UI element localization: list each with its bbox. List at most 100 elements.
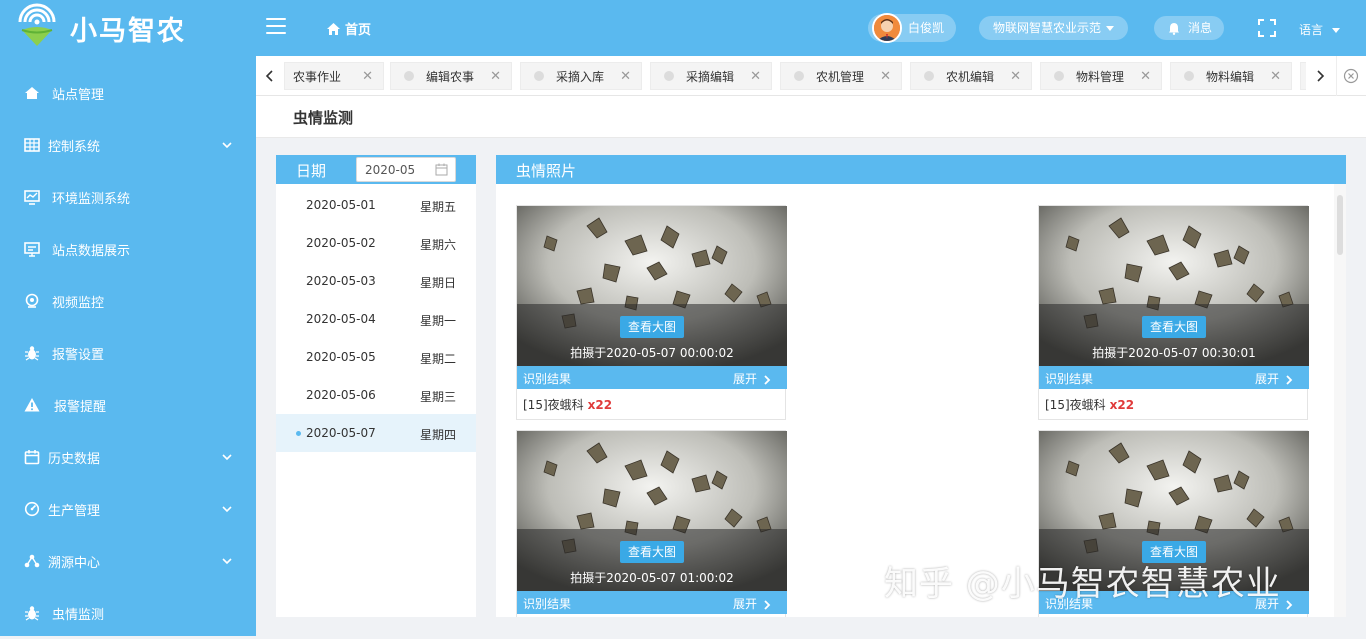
sidebar-item-label: 报警设置 [52,347,105,363]
sidebar-item-history-data[interactable]: 历史数据 [0,431,256,483]
home-label: 首页 [345,23,372,38]
close-icon[interactable]: ✕ [1010,69,1021,84]
bug-icon [25,346,39,361]
result-line: [15]夜蛾科 x22 [523,396,612,413]
close-icon[interactable]: ✕ [750,69,761,84]
species-count: x22 [1109,398,1135,412]
sidebar-item-alarm-reminder[interactable]: 报警提醒 [0,379,256,431]
tab-machinery-management[interactable]: 农机管理 ✕ [780,62,902,90]
close-icon[interactable]: ✕ [880,69,891,84]
menu-toggle-icon[interactable] [266,18,286,34]
avatar[interactable] [872,13,902,43]
close-icon[interactable]: ✕ [490,69,501,84]
sidebar-item-label: 站点数据展示 [52,243,131,259]
tab-material-edit[interactable]: 物料编辑 ✕ [1170,62,1292,90]
tab-scroll-right-button[interactable] [1306,56,1334,96]
result-label: 识别结果 [523,372,572,386]
species-count: x22 [587,398,613,412]
date-value: 2020-05-03 [306,274,376,288]
date-value: 2020-05-05 [306,350,376,364]
close-circle-icon [1343,68,1358,84]
expand-label: 展开 [1255,372,1280,386]
view-large-image-button[interactable]: 查看大图 [620,541,684,563]
tab-picking-edit[interactable]: 采摘编辑 ✕ [650,62,772,90]
sidebar-item-site-data-display[interactable]: 站点数据展示 [0,223,256,275]
date-value: 2020-05-02 [306,236,376,250]
tab-picking-storage[interactable]: 采摘入库 ✕ [520,62,642,90]
sidebar: 站点管理 控制系统 环境监测系统 站点数据展示 视频监控 报警设置 报警提醒 历… [0,56,256,636]
bell-icon [1169,22,1179,35]
sidebar-item-production-management[interactable]: 生产管理 [0,483,256,535]
sidebar-item-environment-monitoring[interactable]: 环境监测系统 [0,171,256,223]
capture-time: 拍摄于2020-05-07 01:00:02 [570,571,734,585]
chevron-down-icon [1106,26,1115,31]
expand-button[interactable]: 展开 [733,370,771,387]
tab-farm-work[interactable]: 农事作业 ✕ [284,62,384,90]
tab-label: 采摘编辑 [686,69,735,84]
close-all-tabs-button[interactable] [1336,56,1364,96]
view-large-image-button[interactable]: 查看大图 [1142,316,1206,338]
fullscreen-icon[interactable] [1258,19,1276,37]
tab-label: 农机编辑 [946,69,995,84]
view-large-image-button[interactable]: 查看大图 [620,316,684,338]
sidebar-item-control-system[interactable]: 控制系统 [0,119,256,171]
tab-dot-icon [404,71,414,81]
sidebar-item-label: 报警提醒 [54,399,107,415]
logo-icon [18,3,56,46]
species-name: [15]夜蛾科 [523,398,584,412]
scrollbar-thumb[interactable] [1337,195,1343,255]
chevron-right-icon [1286,599,1293,610]
tab-label: 物料编辑 [1206,69,1255,84]
date-row-selected[interactable]: 2020-05-07 星期四 [276,414,476,452]
language-selector[interactable]: 语言 [1299,21,1341,38]
close-icon[interactable]: ✕ [362,69,373,84]
sidebar-item-video-surveillance[interactable]: 视频监控 [0,275,256,327]
user-name: 白俊凯 [908,21,945,35]
expand-button[interactable]: 展开 [1255,370,1293,387]
gauge-icon [24,501,40,517]
top-header: 小马智农 首页 白俊凯 物联网智慧农业示范 消息 语言 [0,0,1366,56]
home-link[interactable]: 首页 [326,19,371,38]
home-icon [25,87,39,99]
date-row[interactable]: 2020-05-03 星期日 [276,262,476,300]
tab-label: 农机管理 [816,69,865,84]
expand-label: 展开 [733,597,758,611]
chevron-down-icon [222,454,232,461]
brand-name: 小马智农 [70,16,186,47]
photo-panel-header: 虫情照片 [496,155,1346,184]
tab-dot-icon [664,71,674,81]
weekday-value: 星期二 [420,352,457,366]
weekday-value: 星期三 [420,390,457,404]
expand-button[interactable]: 展开 [733,595,771,612]
chevron-down-icon [222,142,232,149]
close-icon[interactable]: ✕ [1140,69,1151,84]
active-dot-icon [296,431,301,436]
page-title: 虫情监测 [293,109,354,127]
date-row[interactable]: 2020-05-06 星期三 [276,376,476,414]
date-row[interactable]: 2020-05-02 星期六 [276,224,476,262]
date-row[interactable]: 2020-05-01 星期五 [276,186,476,224]
calendar-icon[interactable] [435,163,448,176]
bug-icon [25,606,39,621]
messages-button[interactable]: 消息 [1154,16,1225,40]
close-icon[interactable]: ✕ [1270,69,1281,84]
sidebar-item-traceability-center[interactable]: 溯源中心 [0,535,256,587]
weekday-value: 星期四 [420,428,457,442]
tab-material-management[interactable]: 物料管理 ✕ [1040,62,1162,90]
result-label: 识别结果 [523,597,572,611]
sidebar-item-pest-monitoring[interactable]: 虫情监测 [0,587,256,639]
close-icon[interactable]: ✕ [620,69,631,84]
sidebar-item-label: 环境监测系统 [52,191,131,207]
date-row[interactable]: 2020-05-04 星期一 [276,300,476,338]
tab-edit-farm-work[interactable]: 编辑农事 ✕ [390,62,512,90]
sidebar-item-alarm-settings[interactable]: 报警设置 [0,327,256,379]
weekday-value: 星期日 [420,276,457,290]
sidebar-item-site-management[interactable]: 站点管理 [0,67,256,119]
language-label: 语言 [1299,23,1324,37]
project-selector[interactable]: 物联网智慧农业示范 [979,16,1129,40]
date-row[interactable]: 2020-05-05 星期二 [276,338,476,376]
capture-time: 拍摄于2020-05-07 00:30:01 [1092,346,1256,360]
tab-machinery-edit[interactable]: 农机编辑 ✕ [910,62,1032,90]
grid-icon [24,138,40,152]
tab-scroll-left-button[interactable] [256,56,284,96]
